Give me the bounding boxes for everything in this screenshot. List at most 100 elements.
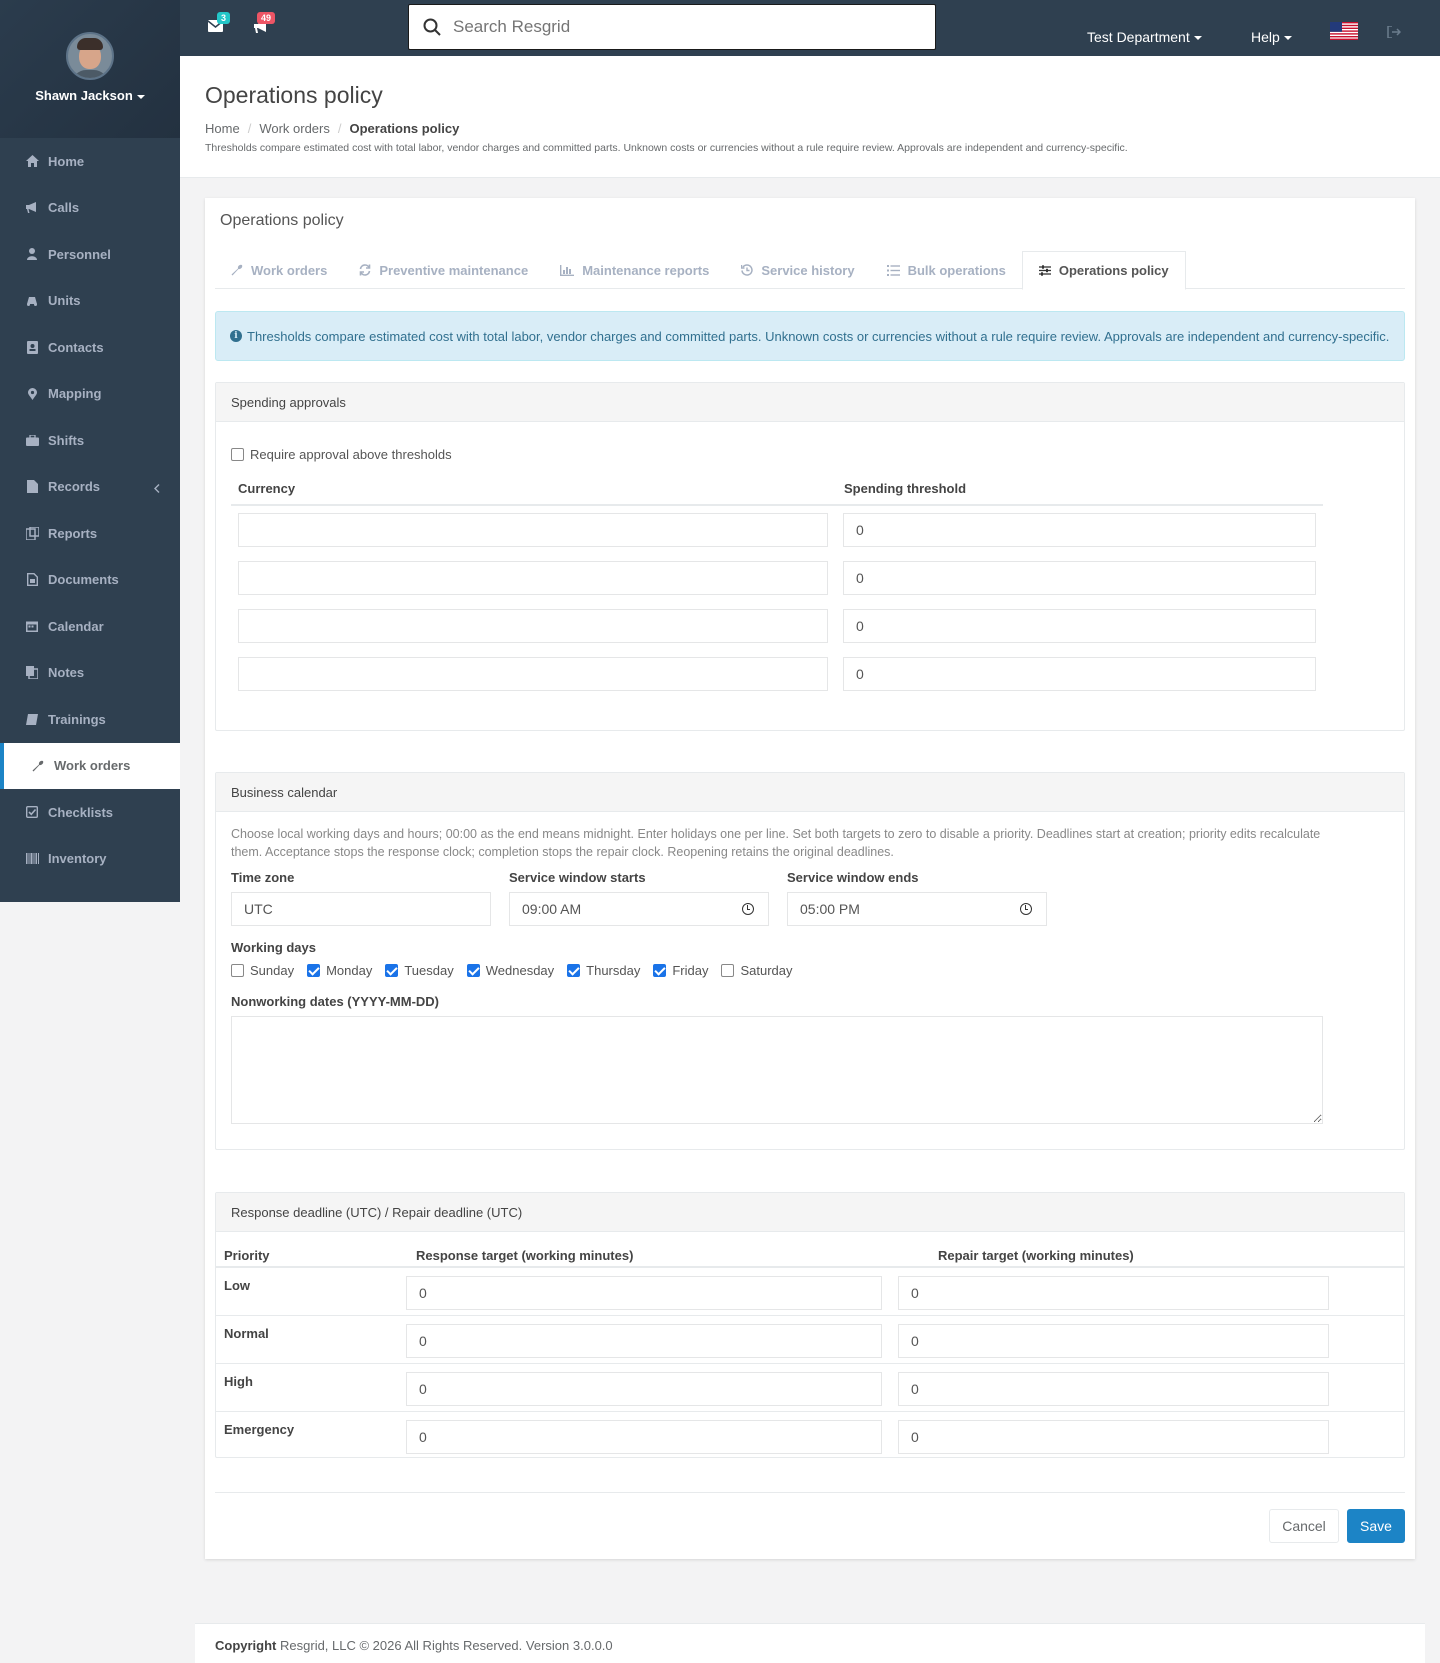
logout-icon[interactable]	[1387, 26, 1401, 38]
nonworking-dates-label: Nonworking dates (YYYY-MM-DD)	[231, 994, 440, 1009]
tab-bulk-operations[interactable]: Bulk operations	[871, 251, 1022, 289]
sidebar-item-notes[interactable]: Notes	[0, 650, 180, 697]
profile-menu[interactable]: Shawn Jackson	[0, 88, 180, 103]
require-approval-option[interactable]: Require approval above thresholds	[231, 447, 452, 462]
messages-button[interactable]: 3	[207, 12, 231, 35]
repair-target-input[interactable]: 0	[898, 1372, 1329, 1406]
notes-icon	[25, 666, 39, 680]
sidebar-item-inventory[interactable]: Inventory	[0, 836, 180, 883]
repair-target-input[interactable]: 0	[898, 1324, 1329, 1358]
repair-target-input[interactable]: 0	[898, 1420, 1329, 1454]
save-button[interactable]: Save	[1347, 1509, 1405, 1543]
department-menu[interactable]: Test Department	[1087, 29, 1202, 45]
threshold-input[interactable]: 0	[843, 513, 1316, 547]
tab-maintenance-reports[interactable]: Maintenance reports	[544, 251, 725, 289]
caret-down-icon	[1193, 36, 1202, 41]
sidebar-item-mapping[interactable]: Mapping	[0, 371, 180, 418]
day-option-monday[interactable]: Monday	[307, 963, 372, 978]
sidebar-item-calendar[interactable]: Calendar	[0, 603, 180, 650]
clock-icon[interactable]	[742, 903, 754, 915]
wrench-icon	[231, 264, 243, 276]
tab-service-history[interactable]: Service history	[725, 251, 870, 289]
tab-operations-policy[interactable]: Operations policy	[1021, 251, 1186, 290]
tab-preventive-maintenance[interactable]: Preventive maintenance	[343, 251, 544, 289]
response-target-input[interactable]: 0	[406, 1372, 882, 1406]
deadline-row: Normal 0 0	[216, 1316, 1404, 1364]
breadcrumb-home[interactable]: Home	[205, 121, 240, 136]
search-box[interactable]	[408, 4, 936, 50]
response-target-input[interactable]: 0	[406, 1420, 882, 1454]
threshold-input[interactable]: 0	[843, 657, 1316, 691]
reports-icon	[25, 526, 39, 540]
sidebar-item-home[interactable]: Home	[0, 138, 180, 185]
response-target-input[interactable]: 0	[406, 1276, 882, 1310]
cancel-button[interactable]: Cancel	[1269, 1509, 1339, 1543]
business-calendar-title: Business calendar	[216, 773, 1404, 812]
sidebar-nav: Home Calls Personnel Units Contacts Mapping Sh…	[0, 138, 180, 882]
day-checkbox[interactable]	[567, 964, 581, 977]
sidebar-item-units[interactable]: Units	[0, 278, 180, 325]
avatar[interactable]	[66, 32, 114, 80]
day-checkbox[interactable]	[231, 964, 244, 977]
calls-button[interactable]: 49	[254, 12, 276, 36]
messages-badge: 3	[217, 12, 231, 24]
day-checkbox[interactable]	[721, 964, 735, 977]
window-start-label: Service window starts	[509, 870, 646, 885]
chevron-left-icon	[154, 481, 160, 496]
address-book-icon	[25, 340, 39, 354]
bar-chart-icon	[560, 264, 575, 276]
sidebar-item-documents[interactable]: Documents	[0, 557, 180, 604]
day-checkbox[interactable]	[466, 964, 480, 977]
window-end-value: 05:00 PM	[800, 901, 860, 917]
sidebar-item-calls[interactable]: Calls	[0, 185, 180, 232]
threshold-input[interactable]: 0	[843, 609, 1316, 643]
timezone-input[interactable]: UTC	[231, 892, 491, 926]
sliders-icon	[1038, 265, 1051, 276]
deadlines-section: Response deadline (UTC) / Repair deadlin…	[215, 1192, 1405, 1458]
require-approval-checkbox[interactable]	[231, 448, 244, 461]
clock-icon[interactable]	[1020, 903, 1032, 915]
breadcrumb-work-orders[interactable]: Work orders	[259, 121, 330, 136]
sidebar-item-label: Checklists	[48, 804, 114, 820]
day-checkbox[interactable]	[653, 964, 667, 977]
nonworking-dates-textarea[interactable]	[231, 1016, 1323, 1124]
sidebar-item-checklists[interactable]: Checklists	[0, 789, 180, 836]
panel-title: Operations policy	[220, 212, 344, 229]
window-start-value: 09:00 AM	[522, 901, 582, 917]
currency-input[interactable]	[238, 657, 828, 691]
day-option-thursday[interactable]: Thursday	[567, 963, 640, 978]
sidebar-item-work-orders[interactable]: Work orders	[0, 742, 180, 789]
day-option-tuesday[interactable]: Tuesday	[385, 963, 454, 978]
help-menu[interactable]: Help	[1251, 29, 1292, 45]
threshold-input[interactable]: 0	[843, 561, 1316, 595]
window-start-input[interactable]: 09:00 AM	[509, 892, 769, 926]
sidebar-item-reports[interactable]: Reports	[0, 510, 180, 557]
day-option-wednesday[interactable]: Wednesday	[466, 963, 554, 978]
day-option-sunday[interactable]: Sunday	[231, 963, 294, 978]
day-option-saturday[interactable]: Saturday	[721, 963, 793, 978]
deadline-row: High 0 0	[216, 1364, 1404, 1412]
search-input[interactable]	[453, 17, 893, 37]
sidebar-item-trainings[interactable]: Trainings	[0, 696, 180, 743]
timezone-label: Time zone	[231, 870, 295, 885]
sidebar-item-personnel[interactable]: Personnel	[0, 231, 180, 278]
day-option-friday[interactable]: Friday	[653, 963, 708, 978]
truck-icon	[25, 294, 39, 308]
operations-policy-panel: Operations policy Work orders Preventive …	[205, 198, 1415, 1559]
day-label: Tuesday	[404, 963, 454, 978]
response-target-input[interactable]: 0	[406, 1324, 882, 1358]
currency-input[interactable]	[238, 609, 828, 643]
us-flag-icon[interactable]	[1330, 22, 1358, 40]
user-icon	[25, 247, 39, 261]
day-checkbox[interactable]	[385, 964, 399, 977]
day-label: Thursday	[586, 963, 641, 978]
repair-target-input[interactable]: 0	[898, 1276, 1329, 1310]
sidebar-item-records[interactable]: Records	[0, 464, 180, 511]
sidebar-item-contacts[interactable]: Contacts	[0, 324, 180, 371]
window-end-input[interactable]: 05:00 PM	[787, 892, 1047, 926]
currency-input[interactable]	[238, 561, 828, 595]
day-checkbox[interactable]	[307, 964, 321, 977]
sidebar-item-shifts[interactable]: Shifts	[0, 417, 180, 464]
currency-input[interactable]	[238, 513, 828, 547]
tab-work-orders[interactable]: Work orders	[215, 251, 343, 289]
